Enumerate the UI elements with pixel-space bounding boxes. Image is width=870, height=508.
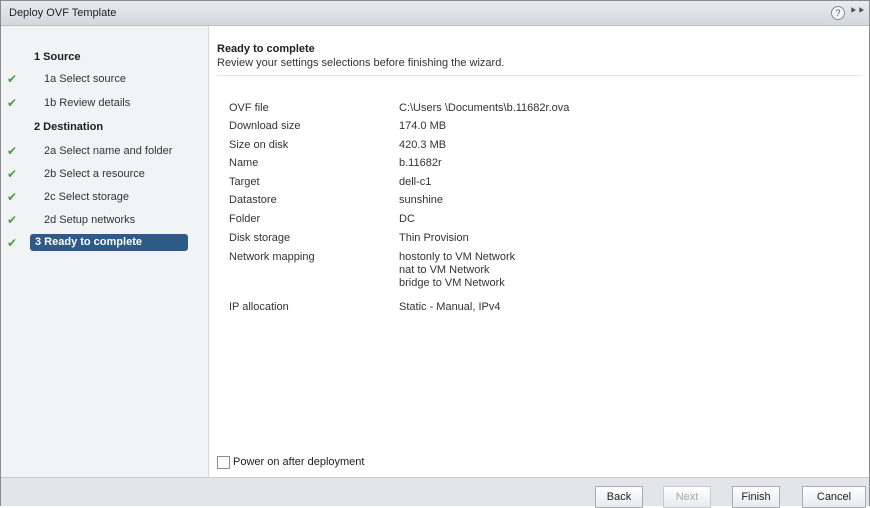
- detail-value: C:\Users \Documents\b.11682r.ova: [399, 102, 570, 114]
- check-icon: ✔: [7, 72, 18, 86]
- title-bar: Deploy OVF Template ? ⯈⯈: [1, 1, 869, 26]
- sidebar-step[interactable]: ✔ 2b Select a resource: [1, 164, 208, 184]
- detail-key: OVF file: [229, 102, 269, 114]
- detail-key: Network mapping: [229, 251, 315, 263]
- sidebar-step[interactable]: 2 Destination: [1, 117, 208, 137]
- page-title: Ready to complete: [217, 43, 315, 55]
- detail-key: Size on disk: [229, 139, 289, 151]
- page-subtitle: Review your settings selections before f…: [217, 57, 505, 69]
- sidebar-step-label: 2 Destination: [34, 121, 104, 133]
- divider: [217, 75, 861, 76]
- check-icon: ✔: [7, 96, 18, 110]
- sidebar-step[interactable]: 1 Source: [1, 47, 208, 67]
- detail-value-line: bridge to VM Network: [399, 277, 505, 289]
- deploy-ovf-window: Deploy OVF Template ? ⯈⯈ 1 Source ✔ 1a Sel…: [0, 0, 870, 508]
- check-icon: ✔: [7, 236, 18, 250]
- detail-key: Datastore: [229, 194, 277, 206]
- detail-value: Static - Manual, IPv4: [399, 301, 501, 313]
- detail-value: DC: [399, 213, 415, 225]
- finish-button[interactable]: Finish: [732, 486, 780, 508]
- sidebar-step-label: 3 Ready to complete: [30, 234, 188, 251]
- check-icon: ✔: [7, 190, 18, 204]
- sidebar-step-label: 1b Review details: [44, 97, 131, 109]
- detail-value: dell-c1: [399, 176, 432, 188]
- next-button[interactable]: Next: [663, 486, 711, 508]
- sidebar-step-label: 2a Select name and folder: [44, 145, 173, 157]
- sidebar-step[interactable]: ✔ 2c Select storage: [1, 187, 208, 207]
- detail-value: sunshine: [399, 194, 444, 206]
- expand-icon[interactable]: ⯈⯈: [849, 6, 865, 17]
- back-button[interactable]: Back: [595, 486, 643, 508]
- detail-value: 420.3 MB: [399, 139, 447, 151]
- main-panel: Ready to complete Review your settings s…: [209, 26, 869, 477]
- detail-key: Target: [229, 176, 260, 188]
- sidebar-step[interactable]: ✔ 1b Review details: [1, 93, 208, 113]
- detail-key: Name: [229, 157, 259, 169]
- wizard-steps-sidebar: 1 Source ✔ 1a Select source ✔ 1b Review deta…: [1, 26, 209, 477]
- detail-value: hostonly to VM Network nat to VM Network b…: [399, 251, 515, 290]
- check-icon: ✔: [7, 167, 18, 181]
- detail-key: Folder: [229, 213, 261, 225]
- detail-key: Disk storage: [229, 232, 291, 244]
- detail-value: Thin Provision: [399, 232, 469, 244]
- sidebar-step-label: 1 Source: [34, 51, 81, 63]
- wizard-footer: Back Next Finish Cancel: [1, 477, 869, 508]
- cancel-button[interactable]: Cancel: [802, 486, 866, 508]
- sidebar-step[interactable]: ✔ 2d Setup networks: [1, 210, 208, 230]
- sidebar-step-label: 2c Select storage: [44, 191, 129, 203]
- detail-value: b.11682r: [399, 157, 442, 169]
- detail-value: 174.0 MB: [399, 120, 447, 132]
- sidebar-step[interactable]: ✔ 3 Ready to complete: [1, 233, 208, 253]
- detail-key: IP allocation: [229, 301, 289, 313]
- detail-value-line: hostonly to VM Network: [399, 251, 516, 263]
- sidebar-step-label: 1a Select source: [44, 73, 126, 85]
- power-on-label[interactable]: Power on after deployment: [233, 456, 364, 468]
- detail-key: Download size: [229, 120, 301, 132]
- sidebar-step[interactable]: ✔ 2a Select name and folder: [1, 141, 208, 161]
- check-icon: ✔: [7, 213, 18, 227]
- check-icon: ✔: [7, 144, 18, 158]
- help-icon[interactable]: ?: [831, 6, 845, 20]
- sidebar-step-label: 2b Select a resource: [44, 168, 145, 180]
- detail-value-line: nat to VM Network: [399, 264, 490, 276]
- sidebar-step[interactable]: ✔ 1a Select source: [1, 69, 208, 89]
- window-title: Deploy OVF Template: [9, 7, 117, 19]
- sidebar-step-label: 2d Setup networks: [44, 214, 136, 226]
- power-on-checkbox[interactable]: [217, 456, 230, 469]
